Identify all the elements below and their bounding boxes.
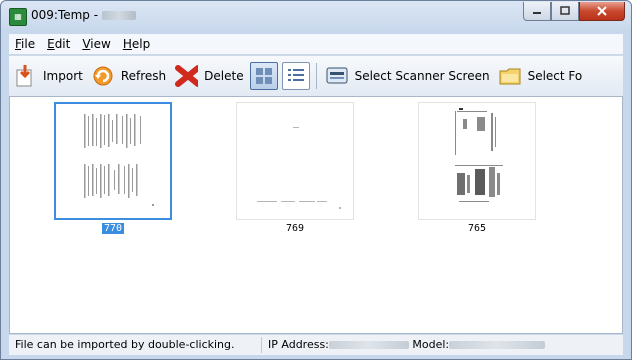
image-thumbnail-area[interactable]: 770 769 765	[9, 96, 623, 334]
document-preview	[257, 127, 341, 209]
app-window: ▦ 009:Temp - File Edit View Help Import	[0, 0, 632, 360]
toolbar-separator	[315, 63, 317, 89]
menu-edit[interactable]: Edit	[41, 37, 76, 51]
document-preview	[84, 114, 154, 206]
scanner-screen-icon	[325, 64, 349, 88]
refresh-icon	[91, 64, 115, 88]
minimize-button[interactable]	[523, 2, 551, 21]
document-preview	[455, 108, 503, 202]
menu-edit-label: dit	[54, 37, 71, 51]
list-view-icon	[287, 69, 304, 81]
delete-button[interactable]: Delete	[170, 60, 247, 92]
thumbnail-label-770: 770	[102, 223, 125, 234]
select-scanner-screen-button[interactable]: Select Scanner Screen	[321, 60, 494, 92]
thumbnail-769[interactable]	[236, 102, 354, 220]
menu-view-label: iew	[90, 37, 111, 51]
menu-edit-mnemonic: E	[47, 37, 55, 51]
status-hint-text: File can be imported by double-clicking.	[15, 338, 235, 351]
thumbnail-label-text: 765	[468, 223, 487, 234]
thumbnail-label-765: 765	[468, 223, 486, 234]
ip-address-label: IP Address:	[268, 338, 329, 351]
window-title-text: 009:Temp -	[31, 8, 99, 22]
status-hint: File can be imported by double-clicking.	[9, 337, 262, 353]
thumbnail-label-text: 770	[102, 223, 125, 234]
thumbnail-label-text: 769	[286, 223, 305, 234]
list-view-button[interactable]	[281, 62, 310, 90]
maximize-button[interactable]	[551, 2, 579, 21]
model-label: Model:	[412, 338, 450, 351]
refresh-button[interactable]: Refresh	[87, 60, 170, 92]
menu-file-label: ile	[21, 37, 36, 51]
select-folder-button[interactable]: Select Fo	[494, 60, 587, 92]
select-scanner-screen-label: Select Scanner Screen	[354, 69, 490, 83]
thumbnail-770[interactable]	[54, 102, 172, 220]
status-bar: File can be imported by double-clicking.…	[9, 335, 623, 355]
menu-file[interactable]: File	[9, 37, 41, 51]
menu-help[interactable]: Help	[117, 37, 156, 51]
caption-buttons	[523, 2, 625, 21]
thumbnail-view-button[interactable]	[249, 62, 278, 90]
delete-icon	[174, 64, 199, 88]
title-bar[interactable]: ▦ 009:Temp -	[1, 1, 631, 31]
select-folder-label: Select Fo	[527, 69, 583, 83]
menu-help-mnemonic: H	[122, 37, 132, 51]
import-icon	[13, 64, 37, 88]
status-device-info: IP Address: Model:	[262, 337, 551, 353]
refresh-label: Refresh	[120, 69, 167, 83]
menu-bar: File Edit View Help	[9, 34, 623, 54]
delete-label: Delete	[204, 69, 244, 83]
close-icon	[597, 6, 607, 16]
close-button[interactable]	[579, 2, 625, 21]
import-label: Import	[43, 69, 83, 83]
import-button[interactable]: Import	[9, 60, 87, 92]
window-title: 009:Temp -	[31, 8, 137, 22]
window-title-redacted	[102, 11, 137, 20]
thumbnail-label-769: 769	[286, 223, 304, 234]
menu-help-label: elp	[131, 37, 151, 51]
menu-view[interactable]: View	[76, 37, 116, 51]
app-icon: ▦	[9, 8, 27, 26]
thumbnail-765[interactable]	[418, 102, 536, 220]
minimize-icon	[533, 12, 541, 14]
maximize-icon	[560, 6, 570, 15]
thumbnail-view-icon	[255, 68, 272, 84]
ip-address-redacted	[328, 341, 409, 349]
folder-icon	[498, 64, 522, 88]
model-redacted	[449, 341, 546, 349]
toolbar: Import Refresh Delete Select Scanner Scr…	[9, 55, 623, 97]
